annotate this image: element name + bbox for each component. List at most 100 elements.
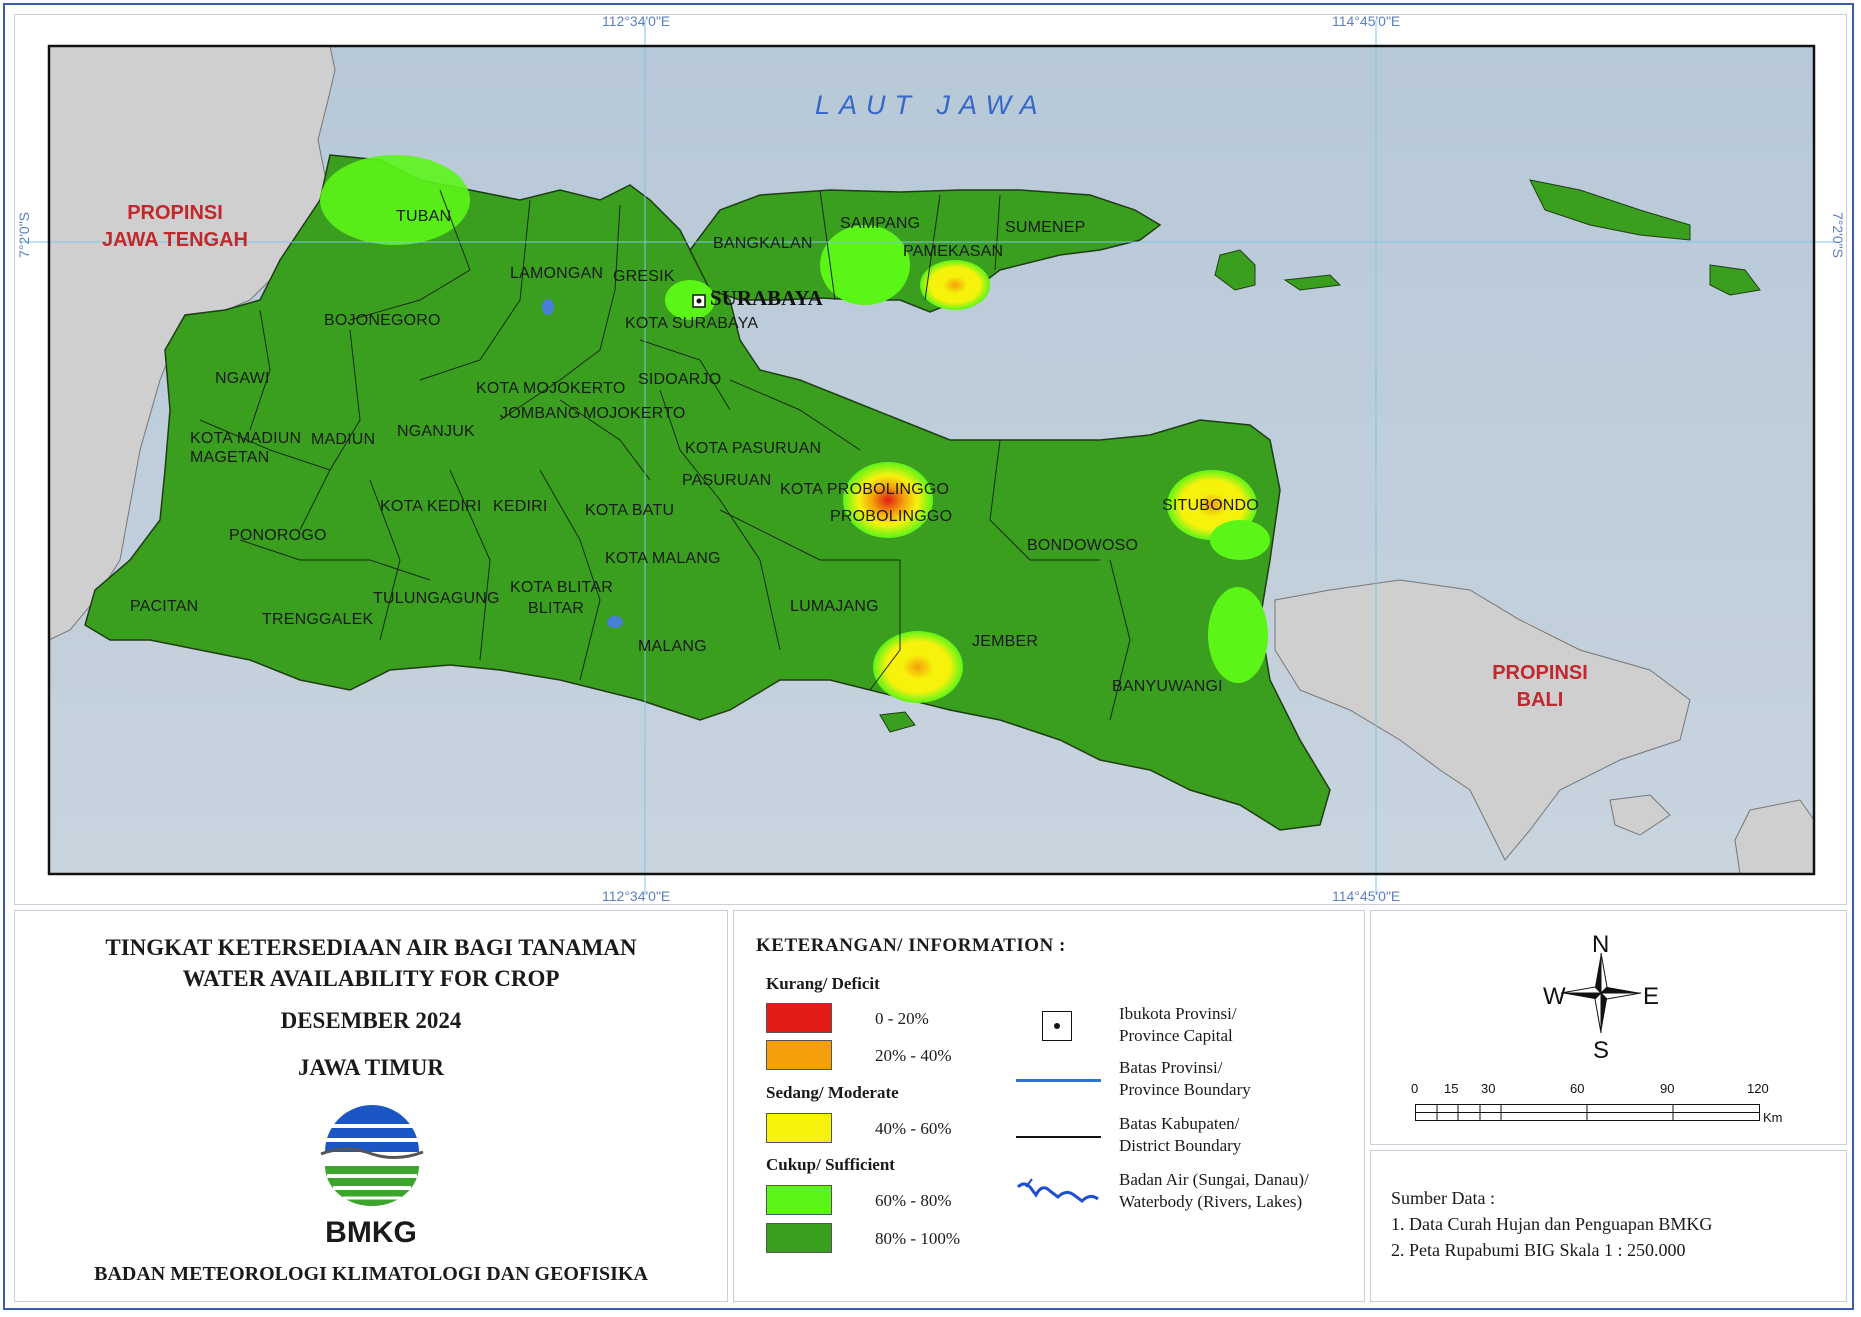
province-label-bali: PROPINSI BALI	[1470, 660, 1610, 714]
legend-symbol-district-boundary: Batas Kabupaten/ District Boundary	[1119, 1113, 1241, 1157]
region-label: KOTA MOJOKERTO	[476, 380, 626, 397]
scale-tick: 60	[1570, 1081, 1585, 1096]
surabaya-sufficient-zone	[665, 280, 715, 320]
region-label: TRENGGALEK	[262, 611, 374, 628]
region-label: BONDOWOSO	[1027, 537, 1139, 554]
region-label: TULUNGAGUNG	[373, 590, 500, 607]
region-label: KOTA KEDIRI	[380, 498, 482, 515]
region-label: JOMBANG	[500, 405, 581, 422]
legend-symbol-capital: Ibukota Provinsi/ Province Capital	[1119, 1003, 1237, 1047]
region-label: BANGKALAN	[713, 235, 813, 252]
legend-swatch-60-80	[766, 1185, 832, 1215]
bmkg-logo	[320, 1105, 424, 1206]
tuban-sufficient-zone	[320, 155, 470, 245]
region-label: KEDIRI	[493, 498, 548, 515]
pamekasan-deficit-zone	[920, 260, 990, 310]
legend-symbol-text: Waterbody (Rivers, Lakes)	[1119, 1192, 1303, 1211]
region-label: PACITAN	[130, 598, 199, 615]
sea-label: LAUT JAWA	[815, 90, 1047, 120]
district-boundary-symbol	[1016, 1136, 1101, 1138]
legend-panel: KETERANGAN/ INFORMATION : Kurang/ Defici…	[733, 910, 1365, 1302]
legend-class-label: 20% - 40%	[875, 1046, 952, 1065]
region-label: KOTA PROBOLINGGO	[780, 481, 950, 498]
legend-symbol-text: Badan Air (Sungai, Danau)/	[1119, 1170, 1309, 1189]
legend-class-label: 80% - 100%	[875, 1229, 960, 1248]
legend-symbol-text: Batas Provinsi/	[1119, 1058, 1223, 1077]
region-label: KOTA MALANG	[605, 550, 721, 567]
coord-top-right: 114°45'0"E	[1332, 13, 1401, 29]
region-label: GRESIK	[613, 268, 675, 285]
legend-symbol-waterbody: Badan Air (Sungai, Danau)/ Waterbody (Ri…	[1119, 1169, 1309, 1213]
compass-scale-panel: N S E W 0 15 30 60 90 120 Km	[1370, 910, 1847, 1145]
map-region: JAWA TIMUR	[298, 1055, 444, 1080]
agency-name: BADAN METEOROLOGI KLIMATOLOGI DAN GEOFIS…	[94, 1263, 648, 1285]
legend-symbol-text: Batas Kabupaten/	[1119, 1114, 1240, 1133]
legend-symbol-text: Province Capital	[1119, 1026, 1233, 1045]
province-label-line: JAWA TENGAH	[102, 229, 248, 251]
coord-bottom-right: 114°45'0"E	[1332, 888, 1401, 904]
region-label: KOTA SURABAYA	[625, 315, 759, 332]
region-label: SAMPANG	[840, 215, 921, 232]
region-label: SITUBONDO	[1162, 497, 1259, 514]
lake-malang	[607, 616, 623, 628]
legend-symbol-text: Province Boundary	[1119, 1080, 1251, 1099]
region-label: BLITAR	[528, 600, 585, 617]
legend-symbol-province-boundary: Batas Provinsi/ Province Boundary	[1119, 1057, 1251, 1101]
legend-symbol-text: Ibukota Provinsi/	[1119, 1004, 1237, 1023]
map-subtitle: WATER AVAILABILITY FOR CROP	[182, 966, 560, 991]
region-label: KOTA BATU	[585, 502, 675, 519]
region-label: MOJOKERTO	[583, 405, 686, 422]
region-label: NGANJUK	[397, 423, 475, 440]
source-item: 1. Data Curah Hujan dan Penguapan BMKG	[1391, 1214, 1713, 1234]
scale-tick: 30	[1481, 1081, 1496, 1096]
region-label: PAMEKASAN	[903, 243, 1004, 260]
region-label: PASURUAN	[682, 472, 772, 489]
banyuwangi-sufficient-zone	[1208, 587, 1268, 683]
province-label-jawa-tengah: PROPINSI JAWA TENGAH	[85, 200, 265, 254]
region-label: PONOROGO	[229, 527, 327, 544]
region-label: LAMONGAN	[510, 265, 604, 282]
province-capital-marker	[692, 294, 706, 308]
legend-swatch-0-20	[766, 1003, 832, 1033]
scale-tick: 90	[1660, 1081, 1675, 1096]
bmkg-logo-text: BMKG	[325, 1216, 417, 1249]
source-heading: Sumber Data :	[1391, 1188, 1495, 1208]
legend-class-label: 60% - 80%	[875, 1191, 952, 1210]
source-item: 2. Peta Rupabumi BIG Skala 1 : 250.000	[1391, 1240, 1686, 1260]
region-label: MAGETAN	[190, 449, 270, 466]
coord-left-lat: 7°2'0"S	[16, 212, 32, 258]
region-label: LUMAJANG	[790, 598, 879, 615]
legend-swatch-80-100	[766, 1223, 832, 1253]
coord-right-lat: 7°2'0"S	[1830, 212, 1846, 258]
north-arrow-icon	[1561, 953, 1641, 1033]
region-label: JEMBER	[972, 633, 1039, 650]
scale-unit: Km	[1763, 1110, 1783, 1125]
legend-symbol-text: District Boundary	[1119, 1136, 1242, 1155]
region-label: SIDOARJO	[638, 371, 722, 388]
map-period: DESEMBER 2024	[280, 1008, 462, 1033]
legend-category-sufficient: Cukup/ Sufficient	[766, 1155, 895, 1174]
title-panel: TINGKAT KETERSEDIAAN AIR BAGI TANAMAN WA…	[14, 910, 728, 1302]
legend-class-label: 0 - 20%	[875, 1009, 929, 1028]
lake-bojonegoro	[542, 299, 554, 315]
legend-class-label: 40% - 60%	[875, 1119, 952, 1138]
region-label: MALANG	[638, 638, 707, 655]
province-boundary-symbol	[1016, 1079, 1101, 1082]
compass-west: W	[1543, 983, 1566, 1010]
sampang-sufficient-zone	[820, 225, 910, 305]
map-title: TINGKAT KETERSEDIAAN AIR BAGI TANAMAN	[105, 935, 637, 960]
scale-bar	[1415, 1104, 1760, 1121]
coord-bottom-left: 112°34'0"E	[602, 888, 671, 904]
legend-category-deficit: Kurang/ Deficit	[766, 974, 880, 993]
capital-label: SURABAYA	[710, 286, 823, 310]
waterbody-symbol	[1016, 1178, 1099, 1203]
map-canvas	[20, 20, 1842, 895]
legend-swatch-20-40	[766, 1040, 832, 1070]
region-label: KOTA BLITAR	[510, 579, 613, 596]
compass-south: S	[1593, 1037, 1610, 1064]
scale-tick: 15	[1444, 1081, 1459, 1096]
coord-top-left: 112°34'0"E	[602, 13, 671, 29]
province-label-line: BALI	[1516, 689, 1564, 711]
legend-swatch-40-60	[766, 1113, 832, 1143]
region-label: PROBOLINGGO	[830, 508, 953, 525]
